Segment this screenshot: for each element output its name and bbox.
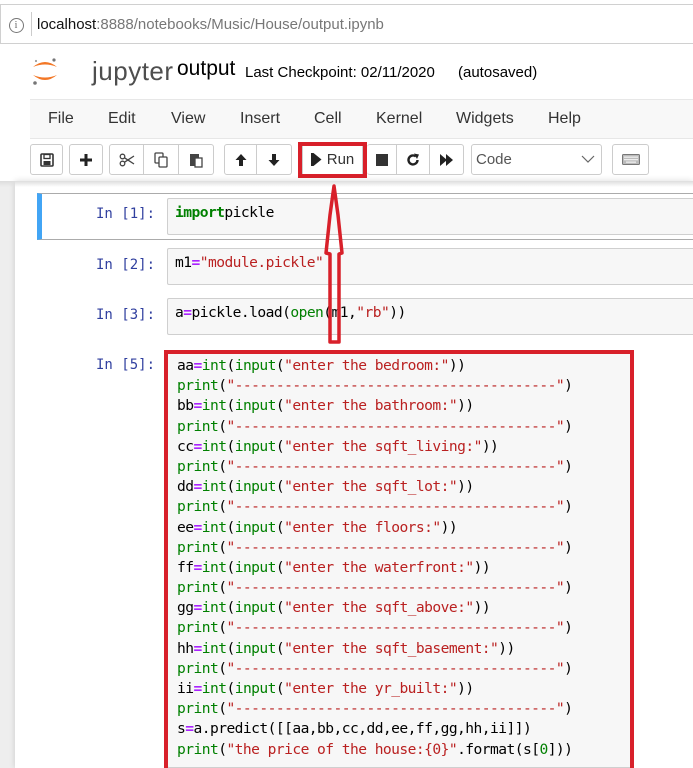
menu-insert[interactable]: Insert xyxy=(240,110,280,128)
stop-icon xyxy=(375,153,388,166)
copy-icon xyxy=(154,151,168,168)
command-palette-button[interactable] xyxy=(612,144,649,175)
checkpoint-status: Last Checkpoint: 02/11/2020 xyxy=(245,64,435,81)
cell-prompt: In [5]: xyxy=(96,357,156,373)
cell-prompt: In [1]: xyxy=(96,206,156,222)
menu-bar: File Edit View Insert Cell Kernel Widget… xyxy=(30,99,693,139)
cell-type-value: Code xyxy=(476,151,512,168)
code-input[interactable]: importpickle xyxy=(167,198,693,235)
menu-cell[interactable]: Cell xyxy=(314,110,342,128)
insert-cell-button[interactable] xyxy=(69,144,103,175)
move-up-button[interactable] xyxy=(224,144,257,175)
plus-icon xyxy=(80,153,92,166)
url-text[interactable]: localhost:8888/notebooks/Music/House/out… xyxy=(37,16,384,33)
code-line: a=pickle.load(open(m1,"rb")) xyxy=(175,304,406,321)
code-input[interactable]: a=pickle.load(open(m1,"rb")) xyxy=(167,298,693,335)
menu-kernel[interactable]: Kernel xyxy=(376,110,422,128)
notebook-header: jupyter output Last Checkpoint: 02/11/20… xyxy=(0,45,693,97)
restart-kernel-button[interactable] xyxy=(397,144,430,175)
menu-widgets[interactable]: Widgets xyxy=(456,110,514,128)
autosave-status: (autosaved) xyxy=(458,64,538,81)
jupyter-wordmark: jupyter xyxy=(92,56,174,86)
menu-view[interactable]: View xyxy=(171,110,205,128)
address-bar[interactable]: i localhost:8888/notebooks/Music/House/o… xyxy=(0,4,693,44)
menu-edit[interactable]: Edit xyxy=(108,110,136,128)
restart-icon xyxy=(407,153,419,166)
notebook-toolbar: Run Code xyxy=(0,140,693,180)
code-input[interactable]: m1="module.pickle" xyxy=(167,248,693,285)
save-button[interactable] xyxy=(30,144,63,175)
restart-run-all-button[interactable] xyxy=(430,144,464,175)
cell-type-select[interactable]: Code xyxy=(471,144,602,175)
code-line: m1="module.pickle" xyxy=(175,254,324,271)
menu-help[interactable]: Help xyxy=(548,110,581,128)
arrow-down-icon xyxy=(268,153,280,166)
chevron-down-icon xyxy=(581,145,595,184)
cell-prompt: In [3]: xyxy=(96,307,156,323)
scissors-icon xyxy=(119,153,134,166)
info-icon[interactable]: i xyxy=(1,16,31,33)
move-down-button[interactable] xyxy=(257,144,292,175)
cut-button[interactable] xyxy=(109,144,144,175)
code-line: importpickle xyxy=(175,204,274,221)
menu-file[interactable]: File xyxy=(48,110,74,128)
keyboard-icon xyxy=(621,154,640,165)
paste-button[interactable] xyxy=(179,144,214,175)
fast-forward-icon xyxy=(439,153,453,166)
jupyter-logo[interactable]: jupyter xyxy=(30,53,173,89)
jupyter-logo-icon xyxy=(33,58,57,85)
interrupt-kernel-button[interactable] xyxy=(367,144,397,175)
toolbar-shadow xyxy=(0,181,693,187)
arrow-up-icon xyxy=(235,153,246,166)
code-highlight-annotation xyxy=(164,350,634,768)
cell-prompt: In [2]: xyxy=(96,257,156,273)
paste-icon xyxy=(190,153,203,168)
run-highlight-annotation xyxy=(298,142,367,178)
address-divider xyxy=(31,12,32,36)
copy-button[interactable] xyxy=(144,144,179,175)
notebook-name[interactable]: output xyxy=(177,57,235,81)
save-icon xyxy=(39,152,54,167)
